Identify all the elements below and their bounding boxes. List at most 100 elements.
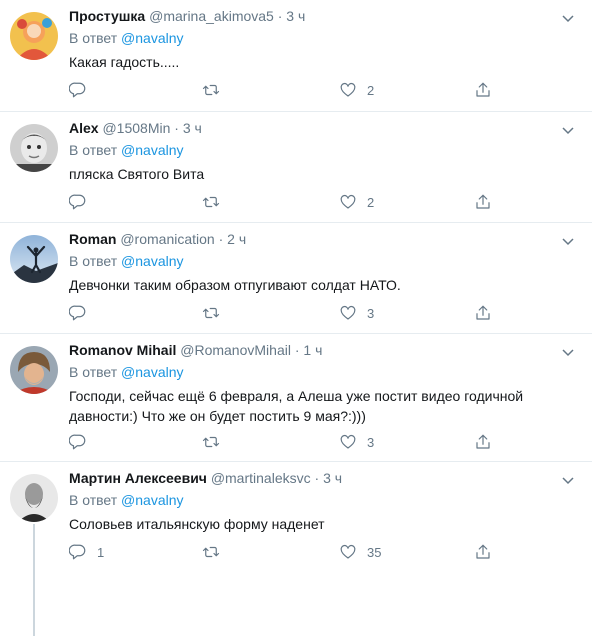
share-button[interactable] <box>474 80 492 100</box>
separator-dot: · <box>218 231 224 247</box>
tweet-time[interactable]: 2 ч <box>227 231 246 247</box>
avatar[interactable] <box>10 235 58 283</box>
tweet[interactable]: Alex @1508Min · 3 ч В ответ @navalny пля… <box>0 112 592 223</box>
reply-prefix: В ответ <box>69 30 118 46</box>
like-button[interactable]: 3 <box>339 303 374 323</box>
like-icon <box>340 305 356 320</box>
share-button[interactable] <box>474 542 492 562</box>
share-button[interactable] <box>474 192 492 212</box>
tweet-time[interactable]: 3 ч <box>183 120 202 136</box>
chevron-down-icon[interactable] <box>560 344 576 360</box>
share-button[interactable] <box>474 432 492 452</box>
separator-dot: · <box>277 8 283 24</box>
retweet-icon <box>202 307 220 319</box>
reply-context: В ответ @navalny <box>69 142 184 158</box>
reply-icon <box>69 544 86 560</box>
tweet-text: Господи, сейчас ещё 6 февраля, а Алеша у… <box>69 388 524 424</box>
reply-prefix: В ответ <box>69 364 118 380</box>
reply-button[interactable] <box>69 432 97 452</box>
tweet-actions: 3 <box>69 432 592 452</box>
reply-context: В ответ @navalny <box>69 30 184 46</box>
tweet-actions: 1 35 <box>69 542 592 562</box>
reply-icon <box>69 305 86 321</box>
reply-mention-link[interactable]: @navalny <box>121 30 183 46</box>
author-handle[interactable]: @romanication <box>120 231 214 247</box>
like-button[interactable]: 3 <box>339 432 374 452</box>
reply-count: 1 <box>97 544 105 560</box>
tweet[interactable]: Простушка @marina_akimova5 · 3 ч В ответ… <box>0 0 592 112</box>
thread-line <box>33 524 35 636</box>
chevron-down-icon[interactable] <box>560 472 576 488</box>
reply-icon <box>69 434 86 450</box>
tweet-actions: 3 <box>69 303 592 323</box>
like-icon <box>340 82 356 97</box>
avatar[interactable] <box>10 474 58 522</box>
share-icon <box>476 544 490 559</box>
share-icon <box>476 194 490 209</box>
share-icon <box>476 82 490 97</box>
chevron-down-icon[interactable] <box>560 10 576 26</box>
like-count: 2 <box>367 82 375 98</box>
reply-mention-link[interactable]: @navalny <box>121 364 183 380</box>
retweet-button[interactable] <box>202 542 230 562</box>
tweet-text: пляска Святого Вита <box>69 166 205 182</box>
avatar[interactable] <box>10 124 58 172</box>
tweet[interactable]: Romanov Mihail @RomanovMihail · 1 ч В от… <box>0 334 592 462</box>
reply-button[interactable] <box>69 192 97 212</box>
author-handle[interactable]: @RomanovMihail <box>180 342 291 358</box>
reply-prefix: В ответ <box>69 492 118 508</box>
like-icon <box>340 194 356 209</box>
share-icon <box>476 434 490 449</box>
reply-button[interactable] <box>69 80 97 100</box>
tweet-time[interactable]: 3 ч <box>323 470 342 486</box>
tweet-time[interactable]: 3 ч <box>286 8 305 24</box>
reply-context: В ответ @navalny <box>69 364 184 380</box>
tweet-time[interactable]: 1 ч <box>303 342 322 358</box>
like-icon <box>340 544 356 559</box>
retweet-button[interactable] <box>202 303 230 323</box>
share-icon <box>476 305 490 320</box>
retweet-button[interactable] <box>202 432 230 452</box>
avatar[interactable] <box>10 12 58 60</box>
reply-prefix: В ответ <box>69 142 118 158</box>
author-handle[interactable]: @marina_akimova5 <box>149 8 274 24</box>
reply-button[interactable] <box>69 303 97 323</box>
separator-dot: · <box>294 342 300 358</box>
reply-context: В ответ @navalny <box>69 492 184 508</box>
author-handle[interactable]: @1508Min <box>102 120 170 136</box>
reply-icon <box>69 82 86 98</box>
reply-icon <box>69 194 86 210</box>
author-name[interactable]: Alex <box>69 120 99 136</box>
author-name[interactable]: Простушка <box>69 8 145 24</box>
retweet-button[interactable] <box>202 192 230 212</box>
tweet-actions: 2 <box>69 80 592 100</box>
retweet-button[interactable] <box>202 80 230 100</box>
tweet[interactable]: Мартин Алексеевич @martinaleksvc · 3 ч В… <box>0 462 592 636</box>
tweet-actions: 2 <box>69 192 592 212</box>
retweet-icon <box>202 436 220 448</box>
like-count: 3 <box>367 305 375 321</box>
like-count: 2 <box>367 194 375 210</box>
retweet-icon <box>202 546 220 558</box>
tweet[interactable]: Roman @romanication · 2 ч В ответ @naval… <box>0 223 592 334</box>
reply-mention-link[interactable]: @navalny <box>121 492 183 508</box>
author-name[interactable]: Roman <box>69 231 116 247</box>
retweet-icon <box>202 196 220 208</box>
like-button[interactable]: 35 <box>339 542 381 562</box>
chevron-down-icon[interactable] <box>560 122 576 138</box>
reply-mention-link[interactable]: @navalny <box>121 142 183 158</box>
reply-button[interactable]: 1 <box>69 542 104 562</box>
like-count: 35 <box>367 544 382 560</box>
author-handle[interactable]: @martinaleksvc <box>211 470 311 486</box>
reply-mention-link[interactable]: @navalny <box>121 253 183 269</box>
like-button[interactable]: 2 <box>339 192 374 212</box>
reply-context: В ответ @navalny <box>69 253 184 269</box>
like-button[interactable]: 2 <box>339 80 374 100</box>
like-icon <box>340 434 356 449</box>
tweet-text: Какая гадость..... <box>69 54 180 70</box>
author-name[interactable]: Romanov Mihail <box>69 342 176 358</box>
chevron-down-icon[interactable] <box>560 233 576 249</box>
avatar[interactable] <box>10 346 58 394</box>
share-button[interactable] <box>474 303 492 323</box>
author-name[interactable]: Мартин Алексеевич <box>69 470 207 486</box>
